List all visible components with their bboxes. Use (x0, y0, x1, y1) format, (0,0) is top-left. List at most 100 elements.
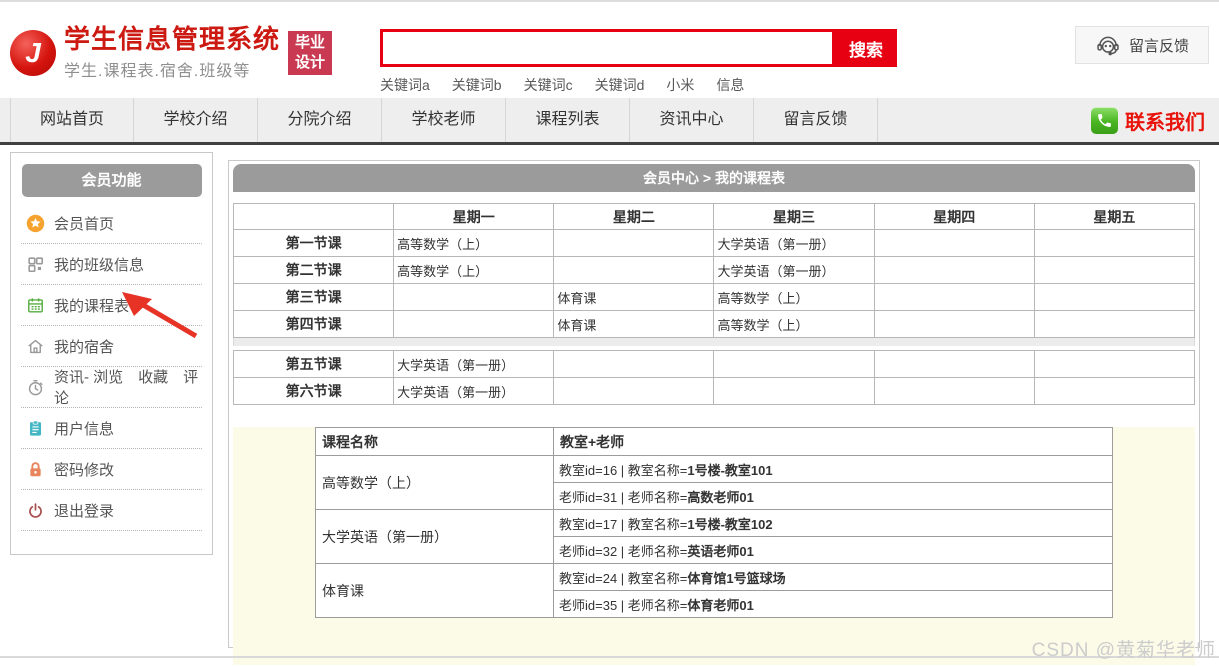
search-keyword-2[interactable]: 关键词b (452, 75, 502, 95)
schedule-course-cell: 大学英语（第一册） (713, 256, 875, 284)
search-input[interactable] (380, 29, 835, 67)
contact-us-label: 联系我们 (1125, 111, 1205, 134)
detail-info-cell: 教室id=17 | 教室名称=1号楼-教室102 (553, 509, 1113, 537)
schedule-slot-label: 第一节课 (232, 229, 395, 257)
schedule-course-cell (1033, 350, 1196, 378)
schedule-course-cell (553, 256, 715, 284)
sidebar-item-label: 我的课程表 (54, 297, 130, 315)
sidebar: 会员功能 会员首页 我的班级信息 我的课程表 我的宿舍 资讯- 浏览 收藏 评论… (10, 152, 213, 555)
search-keywords: 关键词a 关键词b 关键词c 关键词d 小米 信息 (380, 75, 897, 95)
detail-info-value: 1号楼-教室102 (687, 516, 773, 532)
detail-info-prefix: 教室id=16 | 教室名称= (559, 462, 688, 478)
user-info-icon (29, 420, 42, 436)
member-home-icon (26, 214, 45, 232)
sidebar-item-news[interactable]: 资讯- 浏览 收藏 评论 (21, 367, 202, 408)
schedule-course-cell (393, 283, 555, 311)
schedule-slot-label: 第六节课 (232, 377, 395, 405)
schedule-course-cell (873, 350, 1035, 378)
detail-row: 大学英语（第一册） 教室id=17 | 教室名称=1号楼-教室102 (315, 509, 1113, 564)
search-keyword-5[interactable]: 小米 (666, 75, 694, 95)
schedule-course-cell (553, 229, 715, 257)
detail-info-value: 英语老师01 (687, 543, 754, 559)
logo-link[interactable]: J 学生信息管理系统 学生.课程表.宿舍.班级等 毕业 设计 (10, 24, 333, 81)
search-button[interactable]: 搜索 (835, 29, 897, 67)
schedule-course-cell: 大学英语（第一册） (713, 229, 875, 257)
search-keyword-1[interactable]: 关键词a (380, 75, 430, 95)
dorm-icon (28, 339, 43, 353)
schedule-course-cell (873, 229, 1035, 257)
search-area: 搜索 关键词a 关键词b 关键词c 关键词d 小米 信息 (380, 29, 897, 95)
detail-info-cell: 教室id=16 | 教室名称=1号楼-教室101 (553, 455, 1113, 483)
nav-item-2[interactable]: 学校介绍 (134, 98, 258, 142)
schedule-course-cell (1033, 377, 1196, 405)
schedule-course-cell: 大学英语（第一册） (393, 350, 555, 378)
nav-item-1[interactable]: 网站首页 (10, 98, 134, 142)
graduation-badge: 毕业 设计 (288, 30, 333, 75)
schedule-course-cell (553, 377, 715, 405)
schedule-course-cell (1033, 310, 1196, 338)
search-keyword-6[interactable]: 信息 (716, 75, 744, 95)
course-table-icon (28, 297, 43, 313)
schedule-section: 星期一 星期二 星期三 星期四 星期五 第一节课 高等数学（上） 大学英语（第一册） 第二节课… (232, 203, 1196, 405)
customer-service-icon (1097, 36, 1119, 56)
schedule-slot-label: 第三节课 (232, 283, 395, 311)
schedule-course-cell: 体育课 (553, 310, 715, 338)
sidebar-item-label: 用户信息 (54, 420, 115, 438)
schedule-body-morning: 第一节课 高等数学（上） 大学英语（第一册） 第二节课 高等数学（上） 大学英语（第一册）… (232, 229, 1196, 338)
sidebar-item-label: 我的宿舍 (54, 338, 115, 356)
detail-course-name: 大学英语（第一册） (315, 509, 554, 564)
schedule-row: 第四节课 体育课 高等数学（上） (232, 310, 1196, 338)
search-keyword-4[interactable]: 关键词d (595, 75, 645, 95)
detail-info-cell: 教室id=24 | 教室名称=体育馆1号篮球场 (553, 563, 1113, 591)
page: J 学生信息管理系统 学生.课程表.宿舍.班级等 毕业 设计 搜索 关键词a 关键… (0, 0, 1219, 667)
schedule-course-cell (873, 377, 1035, 405)
schedule-day-header: 星期五 (1033, 203, 1196, 230)
schedule-course-cell (1033, 256, 1196, 284)
schedule-body-afternoon: 第五节课 大学英语（第一册） 第六节课 大学英语（第一册） (232, 350, 1196, 405)
badge-line-2: 设计 (295, 53, 326, 71)
course-detail-section: 课程名称 教室+老师 高等数学（上） 教室id=16 | 教室名称=1号楼-教室1… (233, 427, 1195, 665)
nav-item-7[interactable]: 留言反馈 (754, 98, 878, 142)
sidebar-item-password[interactable]: 密码修改 (21, 449, 202, 490)
schedule-table-morning: 星期一 星期二 星期三 星期四 星期五 第一节课 高等数学（上） 大学英语（第一册） 第二节课… (232, 203, 1196, 338)
schedule-course-cell (1033, 283, 1196, 311)
nav-item-4[interactable]: 学校老师 (382, 98, 506, 142)
sidebar-title: 会员功能 (21, 164, 202, 197)
sidebar-item-user-info[interactable]: 用户信息 (21, 408, 202, 449)
schedule-table-afternoon: 第五节课 大学英语（第一册） 第六节课 大学英语（第一册） (232, 350, 1196, 405)
detail-info-value: 高数老师01 (687, 489, 754, 505)
schedule-header-row: 星期一 星期二 星期三 星期四 星期五 (232, 203, 1196, 230)
schedule-slot-label: 第五节课 (232, 350, 395, 378)
schedule-course-cell: 高等数学（上） (393, 229, 555, 257)
sidebar-item-dorm[interactable]: 我的宿舍 (21, 326, 202, 367)
site-title: 学生信息管理系统 (64, 24, 281, 54)
detail-info-cell: 老师id=32 | 老师名称=英语老师01 (553, 536, 1113, 564)
nav-item-5[interactable]: 课程列表 (506, 98, 630, 142)
sidebar-item-label: 资讯- 浏览 收藏 评论 (54, 369, 199, 407)
schedule-course-cell (873, 283, 1035, 311)
main-nav: 网站首页 学校介绍 分院介绍 学校老师 课程列表 资讯中心 留言反馈 联系我们 (0, 98, 1219, 145)
detail-header-room-teacher: 教室+老师 (553, 427, 1113, 456)
sidebar-item-class-info[interactable]: 我的班级信息 (21, 244, 202, 285)
search-keyword-3[interactable]: 关键词c (524, 75, 573, 95)
feedback-button[interactable]: 留言反馈 (1075, 26, 1209, 64)
logo-text: 学生信息管理系统 学生.课程表.宿舍.班级等 (64, 24, 280, 81)
schedule-course-cell: 高等数学（上） (713, 283, 875, 311)
sidebar-item-member-home[interactable]: 会员首页 (21, 203, 202, 244)
detail-row: 体育课 教室id=24 | 教室名称=体育馆1号篮球场 (315, 563, 1113, 618)
schedule-slot-label: 第二节课 (232, 256, 395, 284)
sidebar-item-logout[interactable]: 退出登录 (21, 490, 202, 531)
detail-info-prefix: 老师id=35 | 老师名称= (559, 597, 688, 613)
schedule-course-cell (553, 350, 715, 378)
nav-item-6[interactable]: 资讯中心 (630, 98, 754, 142)
contact-us-link[interactable]: 联系我们 (1091, 98, 1205, 142)
news-clock-icon (28, 379, 43, 395)
nav-item-3[interactable]: 分院介绍 (258, 98, 382, 142)
detail-header-row: 课程名称 教室+老师 (315, 427, 1113, 456)
schedule-course-cell: 高等数学（上） (393, 256, 555, 284)
detail-info-prefix: 老师id=31 | 老师名称= (559, 489, 688, 505)
sidebar-item-course-table[interactable]: 我的课程表 (21, 285, 202, 326)
detail-info-value: 体育老师01 (687, 597, 754, 613)
schedule-course-cell: 高等数学（上） (713, 310, 875, 338)
schedule-break-band (233, 338, 1195, 346)
